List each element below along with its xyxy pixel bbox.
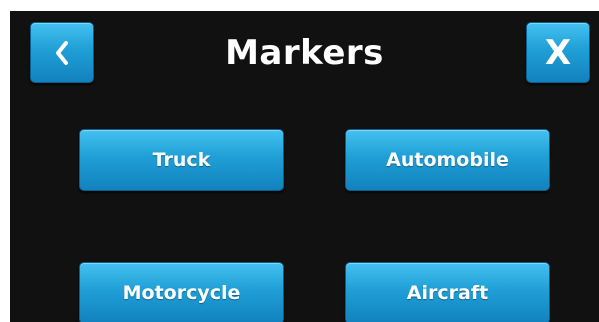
close-button[interactable]: X (526, 22, 590, 83)
aircraft-button[interactable]: Aircraft (345, 262, 550, 322)
motorcycle-button-label: Motorcycle (122, 282, 241, 304)
markers-screen: Markers X Truck Automobile Motorcycle Ai… (10, 11, 599, 322)
truck-button-label: Truck (152, 149, 211, 171)
truck-button[interactable]: Truck (79, 129, 284, 191)
aircraft-button-label: Aircraft (406, 282, 489, 304)
page-title: Markers (225, 33, 384, 73)
close-icon: X (544, 32, 572, 73)
automobile-button-label: Automobile (386, 149, 509, 171)
motorcycle-button[interactable]: Motorcycle (79, 262, 284, 322)
automobile-button[interactable]: Automobile (345, 129, 550, 191)
